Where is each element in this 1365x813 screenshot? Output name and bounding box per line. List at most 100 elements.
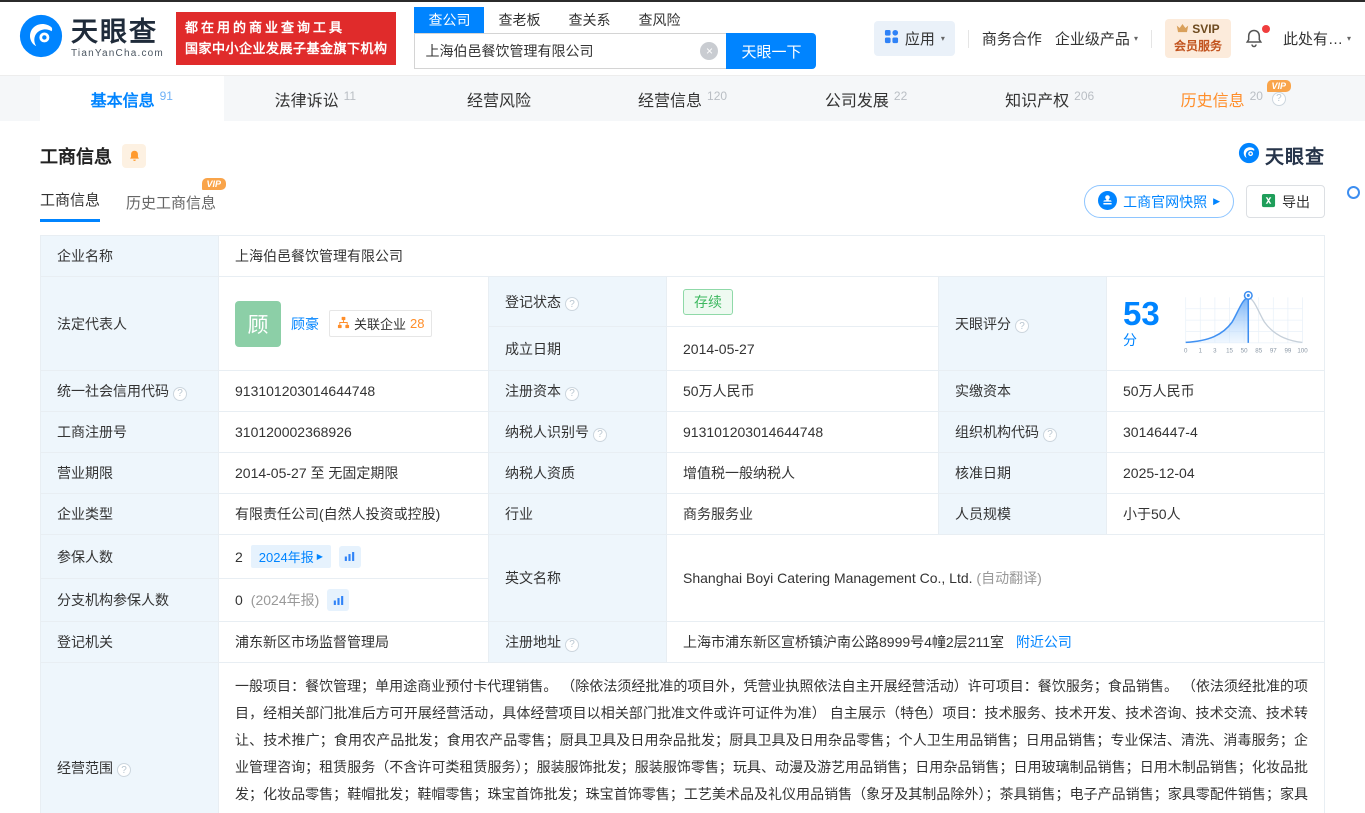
arrow-right-icon: ▶ (316, 552, 323, 561)
slogan-line2: 国家中小企业发展子基金旗下机构 (184, 40, 388, 56)
export-button[interactable]: 导出 (1246, 185, 1325, 218)
company-type-value: 有限责任公司(自然人投资或控股) (218, 493, 489, 535)
search-tab-company[interactable]: 查公司 (414, 7, 485, 33)
user-label: 此处有… (1282, 31, 1343, 48)
tab-label: 法律诉讼 (274, 92, 339, 110)
official-snapshot-button[interactable]: 工商官网快照 ▶ (1084, 185, 1234, 218)
search-input[interactable] (414, 33, 727, 69)
tab-legal-litigation[interactable]: 法律诉讼 11 (224, 76, 408, 121)
apps-grid-icon (884, 29, 899, 48)
excel-icon (1261, 193, 1276, 211)
tab-operation-risk[interactable]: 经营风险 (407, 76, 591, 121)
approval-date-value: 2025-12-04 (1106, 452, 1325, 494)
help-icon[interactable]: ? (565, 297, 579, 312)
trend-chart-icon[interactable] (338, 545, 361, 568)
score-label: 天眼评分? (938, 276, 1107, 371)
address-text: 上海市浦东新区宣桥镇沪南公路8999号4幢2层211室 (683, 634, 1005, 650)
help-icon[interactable]: ? (173, 386, 187, 401)
address-value: 上海市浦东新区宣桥镇沪南公路8999号4幢2层211室 附近公司 (666, 621, 1325, 663)
tab-basic-info[interactable]: 基本信息 91 (40, 76, 224, 121)
tab-operation-info[interactable]: 经营信息 120 (591, 76, 775, 121)
tab-count: 91 (159, 88, 173, 103)
user-menu[interactable]: 此处有… ▾ (1283, 28, 1351, 49)
taxpayer-quality-value: 增值税一般纳税人 (666, 452, 939, 494)
legal-rep-value: 顾 顾豪 关联企业 28 (218, 276, 489, 371)
branch-insured-count: 0 (235, 592, 243, 608)
tianyancha-logo[interactable]: 天眼查 TianYanCha.com (18, 13, 164, 64)
nav-cooperation[interactable]: 商务合作 (982, 28, 1042, 49)
help-icon[interactable]: ? (565, 386, 579, 401)
credit-code-value: 913101203014644748 (218, 370, 489, 412)
reg-number-value: 310120002368926 (218, 411, 489, 453)
help-icon[interactable]: ? (1015, 319, 1029, 333)
divider (1150, 29, 1152, 48)
legal-rep-link[interactable]: 顾豪 (291, 314, 319, 334)
subtab-label: 历史工商信息 (126, 195, 217, 212)
tab-intellectual-property[interactable]: 知识产权 206 (958, 76, 1142, 121)
svg-text:0: 0 (1184, 347, 1188, 354)
english-name-label: 英文名称 (488, 534, 667, 622)
enterprise-label: 企业级产品 (1054, 31, 1130, 48)
notification-dot (1261, 24, 1270, 33)
help-icon[interactable]: ? (1043, 427, 1057, 442)
help-icon[interactable]: ? (593, 427, 607, 442)
establish-date-value: 2014-05-27 (666, 326, 939, 371)
section-title: 工商信息 (40, 146, 112, 167)
reg-status-value: 存续 (666, 275, 939, 328)
subtab-history-business-info[interactable]: VIP 历史工商信息 (126, 178, 227, 222)
score-unit: 分 (1123, 332, 1137, 348)
branch-insured-value: 0 (2024年报) (218, 578, 489, 622)
tab-label: 经营风险 (466, 92, 531, 110)
establish-date-label: 成立日期 (488, 326, 667, 371)
svg-text:85: 85 (1255, 347, 1262, 354)
subscribe-bell-icon[interactable] (122, 143, 146, 168)
org-code-label: 组织机构代码? (938, 411, 1107, 453)
help-icon[interactable]: ? (1271, 91, 1286, 106)
business-info-table: 企业名称 上海伯邑餐饮管理有限公司 法定代表人 顾 顾豪 关联企业 28 登记状… (40, 235, 1325, 813)
reg-authority-value: 浦东新区市场监督管理局 (218, 621, 489, 663)
tab-history-info[interactable]: VIP 历史信息 20 ? (1141, 76, 1325, 121)
reg-capital-value: 50万人民币 (666, 370, 939, 412)
score-number: 53 (1123, 295, 1160, 332)
stamp-icon (1098, 190, 1118, 213)
taxpayer-id-value: 913101203014644748 (666, 411, 939, 453)
related-label: 关联企业 (354, 317, 407, 332)
search-tab-boss[interactable]: 查老板 (484, 7, 554, 33)
svg-text:1: 1 (1199, 347, 1203, 354)
annual-report-label: 2024年报 (258, 550, 314, 565)
help-icon[interactable]: ? (117, 763, 131, 777)
field-label: 经营范围 (57, 759, 113, 776)
field-label: 天眼评分 (955, 315, 1011, 332)
search-tab-relation[interactable]: 查关系 (554, 7, 624, 33)
divider (967, 29, 969, 48)
reg-number-label: 工商注册号 (40, 411, 219, 453)
tab-company-development[interactable]: 公司发展 22 (774, 76, 958, 121)
search-button[interactable]: 天眼一下 (726, 33, 817, 69)
related-companies-tag[interactable]: 关联企业 28 (329, 310, 433, 337)
chevron-down-icon: ▾ (1346, 34, 1351, 43)
tab-label: 知识产权 (1005, 92, 1070, 110)
notification-bell-icon[interactable] (1244, 24, 1270, 51)
nearby-companies-link[interactable]: 附近公司 (1016, 634, 1072, 650)
arrow-right-icon: ▶ (1213, 196, 1220, 206)
chevron-down-icon: ▾ (1133, 34, 1138, 43)
table-row: 统一社会信用代码? 913101203014644748 注册资本? 50万人民… (40, 370, 1325, 412)
trend-chart-icon[interactable] (327, 589, 350, 611)
header: 天眼查 TianYanCha.com 都在用的商业查询工具 国家中小企业发展子基… (0, 2, 1365, 75)
side-widget-dot[interactable] (1347, 186, 1360, 199)
apps-menu[interactable]: 应用 ▾ (873, 21, 955, 56)
subtab-business-info[interactable]: 工商信息 (40, 189, 101, 222)
tab-count: 206 (1074, 88, 1095, 103)
svip-member-badge[interactable]: SVIP 会员服务 (1164, 18, 1231, 59)
company-type-label: 企业类型 (40, 493, 219, 535)
annual-report-tag[interactable]: 2024年报 ▶ (250, 545, 331, 568)
legal-rep-label: 法定代表人 (40, 276, 219, 371)
nav-enterprise-products[interactable]: 企业级产品 ▾ (1055, 28, 1138, 49)
avatar[interactable]: 顾 (235, 300, 281, 347)
credit-code-label: 统一社会信用代码? (40, 370, 219, 412)
help-icon[interactable]: ? (565, 637, 579, 652)
slogan-line1: 都在用的商业查询工具 (184, 20, 345, 36)
table-row: 登记机关 浦东新区市场监督管理局 注册地址? 上海市浦东新区宣桥镇沪南公路899… (40, 621, 1325, 663)
search-tab-risk[interactable]: 查风险 (624, 7, 694, 33)
insured-count: 2 (235, 548, 243, 565)
